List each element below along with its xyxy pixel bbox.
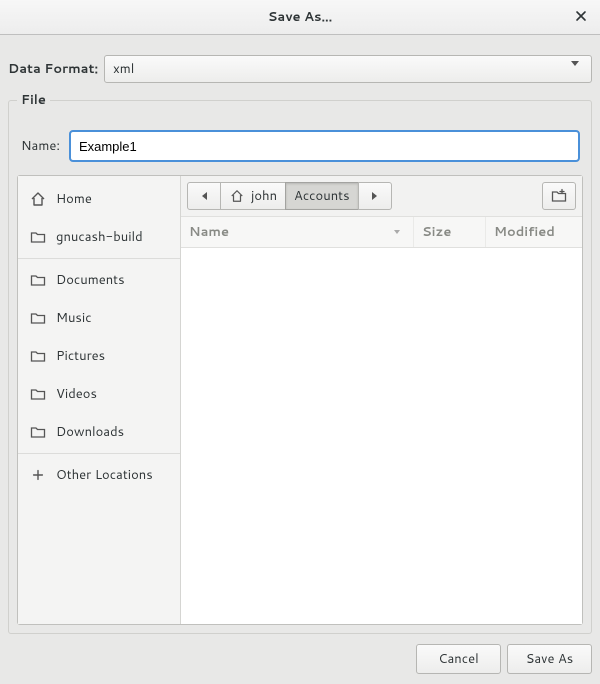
column-label: Name xyxy=(189,223,229,241)
sidebar-item-label: Pictures xyxy=(56,347,105,365)
filename-input[interactable] xyxy=(70,131,579,161)
home-icon xyxy=(30,191,46,207)
name-row: Name: xyxy=(17,119,583,175)
titlebar: Save As... xyxy=(0,0,600,35)
sidebar-item-label: Documents xyxy=(56,271,125,289)
folder-icon xyxy=(30,386,46,402)
sidebar-item-label: Home xyxy=(56,190,92,208)
chevron-right-icon xyxy=(367,188,383,204)
data-format-value: xml xyxy=(113,60,134,78)
path-segment-accounts[interactable]: Accounts xyxy=(285,182,358,210)
file-group: File Name: Home gnucash-build xyxy=(8,91,592,634)
data-format-row: Data Format: xml xyxy=(8,43,592,91)
folder-icon xyxy=(30,229,46,245)
folder-icon xyxy=(30,310,46,326)
sidebar-item-home[interactable]: Home xyxy=(18,180,180,218)
file-legend: File xyxy=(17,91,50,109)
sidebar-item-label: gnucash-build xyxy=(56,228,143,246)
close-icon xyxy=(573,8,589,24)
sort-indicator-icon xyxy=(389,224,405,240)
close-button[interactable] xyxy=(572,8,590,26)
sidebar-separator xyxy=(18,453,180,454)
folder-icon xyxy=(30,272,46,288)
sidebar-item-other-locations[interactable]: Other Locations xyxy=(18,456,180,494)
sidebar-item-label: Downloads xyxy=(56,423,124,441)
column-label: Modified xyxy=(494,223,555,241)
sidebar-item-music[interactable]: Music xyxy=(18,299,180,337)
sidebar-item-downloads[interactable]: Downloads xyxy=(18,413,180,451)
folder-icon xyxy=(30,348,46,364)
data-format-combo[interactable]: xml xyxy=(104,55,592,83)
columns-header: Name Size Modified xyxy=(181,217,582,248)
sidebar-separator xyxy=(18,258,180,259)
window-title: Save As... xyxy=(268,8,333,26)
column-header-size[interactable]: Size xyxy=(414,217,486,247)
button-bar: Cancel Save As xyxy=(0,634,600,684)
home-icon xyxy=(229,188,245,204)
cancel-button[interactable]: Cancel xyxy=(416,644,501,674)
folder-icon xyxy=(30,424,46,440)
path-group: john Accounts xyxy=(187,182,392,210)
chevron-left-icon xyxy=(196,188,212,204)
column-header-name[interactable]: Name xyxy=(181,217,414,247)
sidebar-item-gnucash-build[interactable]: gnucash-build xyxy=(18,218,180,256)
path-forward-button[interactable] xyxy=(358,182,392,210)
new-folder-icon xyxy=(551,188,567,204)
path-segment-label: john xyxy=(251,187,277,205)
save-as-button[interactable]: Save As xyxy=(507,644,592,674)
path-back-button[interactable] xyxy=(187,182,221,210)
sidebar-item-documents[interactable]: Documents xyxy=(18,261,180,299)
sidebar-item-label: Other Locations xyxy=(56,466,153,484)
path-segment-label: Accounts xyxy=(294,187,349,205)
chevron-down-icon xyxy=(571,66,579,84)
sidebar-item-pictures[interactable]: Pictures xyxy=(18,337,180,375)
file-browser: Home gnucash-build Documents xyxy=(17,175,583,625)
new-folder-button[interactable] xyxy=(542,182,576,210)
name-label: Name: xyxy=(21,137,60,155)
data-format-label: Data Format: xyxy=(8,60,98,78)
sidebar-item-label: Music xyxy=(56,309,92,327)
places-sidebar: Home gnucash-build Documents xyxy=(18,176,181,624)
column-label: Size xyxy=(422,223,451,241)
plus-icon xyxy=(30,467,46,483)
sidebar-item-label: Videos xyxy=(56,385,97,403)
path-bar: john Accounts xyxy=(181,176,582,217)
sidebar-item-videos[interactable]: Videos xyxy=(18,375,180,413)
file-list[interactable] xyxy=(181,248,582,624)
path-segment-john[interactable]: john xyxy=(220,182,286,210)
column-header-modified[interactable]: Modified xyxy=(486,217,582,247)
file-pane: john Accounts xyxy=(181,176,582,624)
